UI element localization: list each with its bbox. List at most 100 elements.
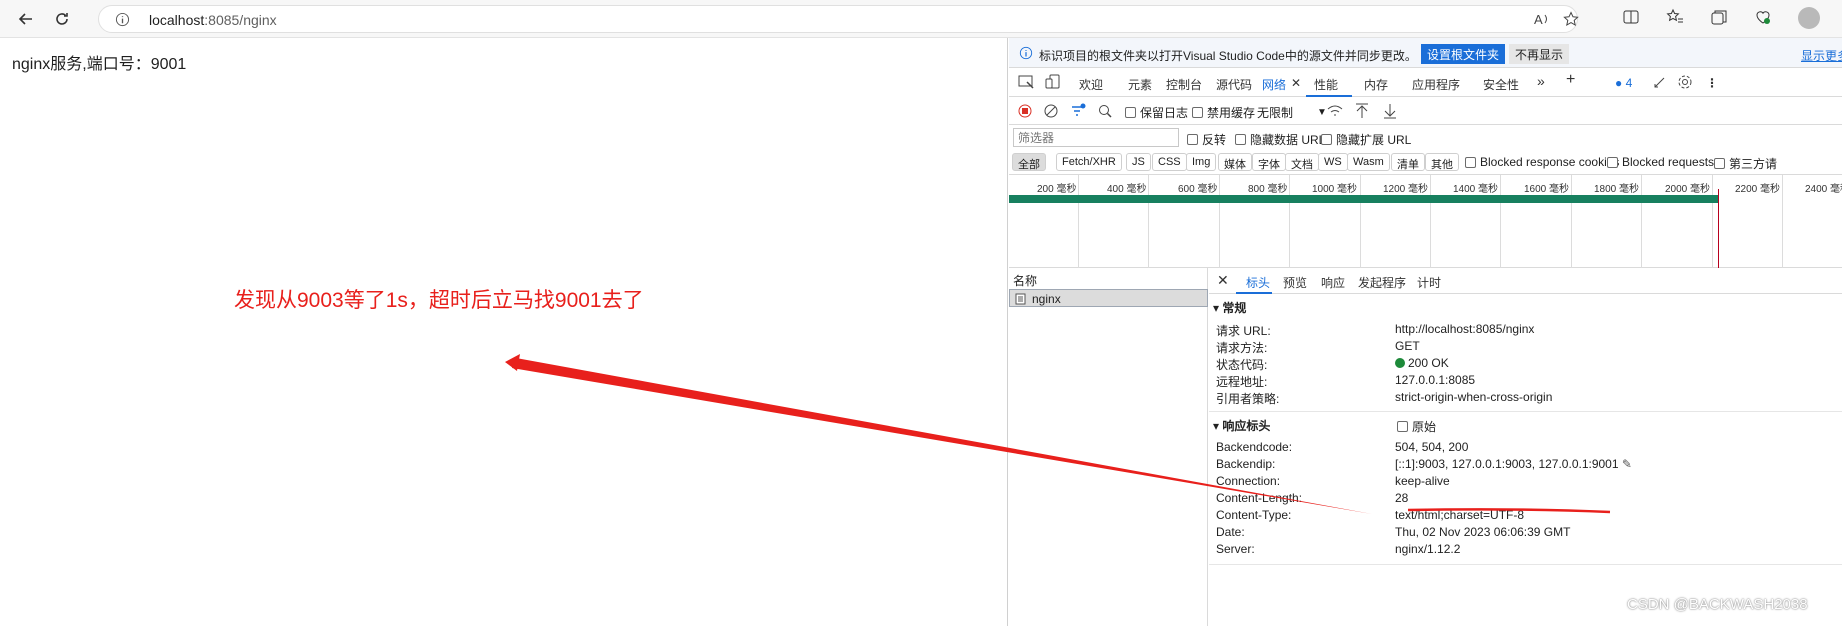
collections-icon[interactable] [1710,8,1728,26]
header-value: text/html;charset=UTF-8 [1395,508,1525,522]
reload-button[interactable] [50,7,74,31]
document-icon [1015,293,1026,305]
address-bar[interactable]: localhost:8085/nginx A [98,5,1579,33]
header-key: 状态代码: [1216,358,1268,372]
header-value: http://localhost:8085/nginx [1395,322,1535,336]
header-value: GET [1395,339,1420,353]
chip-manifest[interactable]: 清单 [1391,153,1425,171]
devtools-tabs: 欢迎 元素 控制台 源代码 网络 ✕ 性能 内存 应用程序 安全性 » + ● … [1009,68,1842,97]
chip-media[interactable]: 媒体 [1218,153,1252,171]
feedback-icon[interactable] [1652,75,1667,90]
chip-fetch-xhr[interactable]: Fetch/XHR [1056,153,1122,171]
browser-essentials-icon[interactable] [1754,8,1772,26]
header-value: 127.0.0.1:8085 [1395,373,1476,387]
tab-headers[interactable]: 标头 [1246,274,1270,291]
timeline-tick: 1000 毫秒 [1312,184,1358,195]
blocked-response-cookies-checkbox[interactable]: Blocked response cookies [1465,155,1619,169]
name-column-header[interactable]: 名称 [1013,272,1037,289]
chip-img[interactable]: Img [1186,153,1217,171]
request-details: ✕ 标头 预览 响应 发起程序 计时 ▾ 常规 请求 URL: http://l… [1209,268,1842,626]
url-text[interactable]: localhost:8085/nginx [149,12,277,28]
request-row[interactable]: nginx [1009,289,1208,307]
clear-icon[interactable] [1044,104,1058,118]
search-icon[interactable] [1098,104,1112,118]
tab-preview[interactable]: 预览 [1283,274,1307,291]
chip-wasm[interactable]: Wasm [1347,153,1390,171]
chip-other[interactable]: 其他 [1425,153,1459,171]
favorites-icon[interactable] [1666,8,1684,26]
edit-pencil-icon[interactable]: ✎ [1622,457,1632,471]
set-root-folder-button[interactable]: 设置根文件夹 [1421,44,1506,64]
chip-ws[interactable]: WS [1318,153,1348,171]
chip-js[interactable]: JS [1126,153,1151,171]
add-tab-icon[interactable]: + [1566,71,1575,89]
status-value: 200 OK [1395,356,1449,370]
inspect-element-icon[interactable] [1018,74,1035,90]
settings-gear-icon[interactable] [1677,74,1693,90]
tab-elements[interactable]: 元素 [1128,76,1152,93]
header-value: nginx/1.12.2 [1395,542,1461,556]
read-aloud-icon[interactable]: A [1533,11,1551,27]
hide-data-urls-checkbox[interactable]: 隐藏数据 URL [1235,131,1325,148]
reload-icon [56,13,68,25]
hide-extension-urls-checkbox[interactable]: 隐藏扩展 URL [1321,131,1411,148]
filter-input[interactable] [1013,128,1179,147]
show-more-link[interactable]: 显示更多 [1801,47,1842,64]
close-tab-icon[interactable]: ✕ [1291,76,1301,90]
tab-application[interactable]: 应用程序 [1412,76,1460,93]
back-button[interactable] [14,7,38,31]
disable-cache-label: 禁用缓存 [1207,106,1256,120]
general-section-title: 常规 [1222,301,1247,315]
dont-show-again-button[interactable]: 不再显示 [1509,44,1570,64]
chip-all[interactable]: 全部 [1012,153,1046,171]
preserve-log-checkbox[interactable]: 保留日志 [1125,104,1188,121]
chip-font[interactable]: 字体 [1252,153,1286,171]
general-section-header[interactable]: ▾ 常规 [1213,299,1246,316]
devtools-notice-bar: 标识项目的根文件夹以打开Visual Studio Code中的源文件并同步更改… [1009,38,1842,68]
profile-avatar[interactable] [1798,7,1820,29]
export-har-icon[interactable] [1383,103,1397,119]
disable-cache-checkbox[interactable]: 禁用缓存 [1192,104,1255,121]
tab-response[interactable]: 响应 [1321,274,1345,291]
site-info-icon[interactable] [115,12,130,32]
tab-security[interactable]: 安全性 [1483,76,1519,93]
grid-line [1219,175,1220,268]
raw-headers-checkbox[interactable]: 原始 [1397,418,1436,435]
header-value: [::1]:9003, 127.0.0.1:9003, 127.0.0.1:90… [1395,457,1632,471]
tab-welcome[interactable]: 欢迎 [1079,76,1103,93]
watermark: CSDN @BACKWASH2038 [1627,596,1808,613]
svg-text:A: A [1534,12,1543,27]
tab-console[interactable]: 控制台 [1166,76,1202,93]
device-emulation-icon[interactable] [1045,74,1062,90]
record-stop-icon[interactable] [1018,104,1032,118]
network-overview-timeline[interactable]: 200 毫秒 400 毫秒 600 毫秒 800 毫秒 1000 毫秒 1200… [1009,175,1842,268]
close-details-icon[interactable]: ✕ [1217,272,1229,289]
more-tabs-icon[interactable]: » [1537,73,1545,89]
devtools-panel: 标识项目的根文件夹以打开Visual Studio Code中的源文件并同步更改… [1009,38,1842,626]
throttle-select[interactable]: 无限制 ▼ [1257,104,1327,121]
tab-performance[interactable]: 性能 [1314,76,1338,93]
import-har-icon[interactable] [1355,103,1369,119]
tab-memory[interactable]: 内存 [1364,76,1388,93]
timeline-tick: 2000 毫秒 [1665,184,1711,195]
tab-network[interactable]: 网络 [1262,76,1286,93]
network-conditions-icon[interactable] [1327,104,1343,118]
tab-initiator[interactable]: 发起程序 [1358,274,1406,291]
favorite-star-icon[interactable] [1563,11,1579,27]
tab-timing[interactable]: 计时 [1417,274,1441,291]
split-screen-icon[interactable] [1622,8,1640,26]
blocked-requests-checkbox[interactable]: Blocked requests [1607,155,1714,169]
header-value: 504, 504, 200 [1395,440,1469,454]
hide-data-urls-label: 隐藏数据 URL [1250,133,1326,147]
url-host: localhost [149,12,205,28]
filter-bar: 反转 隐藏数据 URL 隐藏扩展 URL [1009,125,1842,149]
response-headers-section-header[interactable]: ▾ 响应标头 [1213,417,1270,434]
chip-css[interactable]: CSS [1152,153,1187,171]
issues-badge[interactable]: ● 4 [1615,76,1632,90]
chip-doc[interactable]: 文档 [1285,153,1319,171]
tab-sources[interactable]: 源代码 [1216,76,1252,93]
filter-icon[interactable] [1070,103,1086,119]
invert-checkbox[interactable]: 反转 [1187,131,1226,148]
third-party-checkbox[interactable]: 第三方请 [1714,155,1777,172]
more-options-icon[interactable]: ⋮ [1706,76,1718,90]
